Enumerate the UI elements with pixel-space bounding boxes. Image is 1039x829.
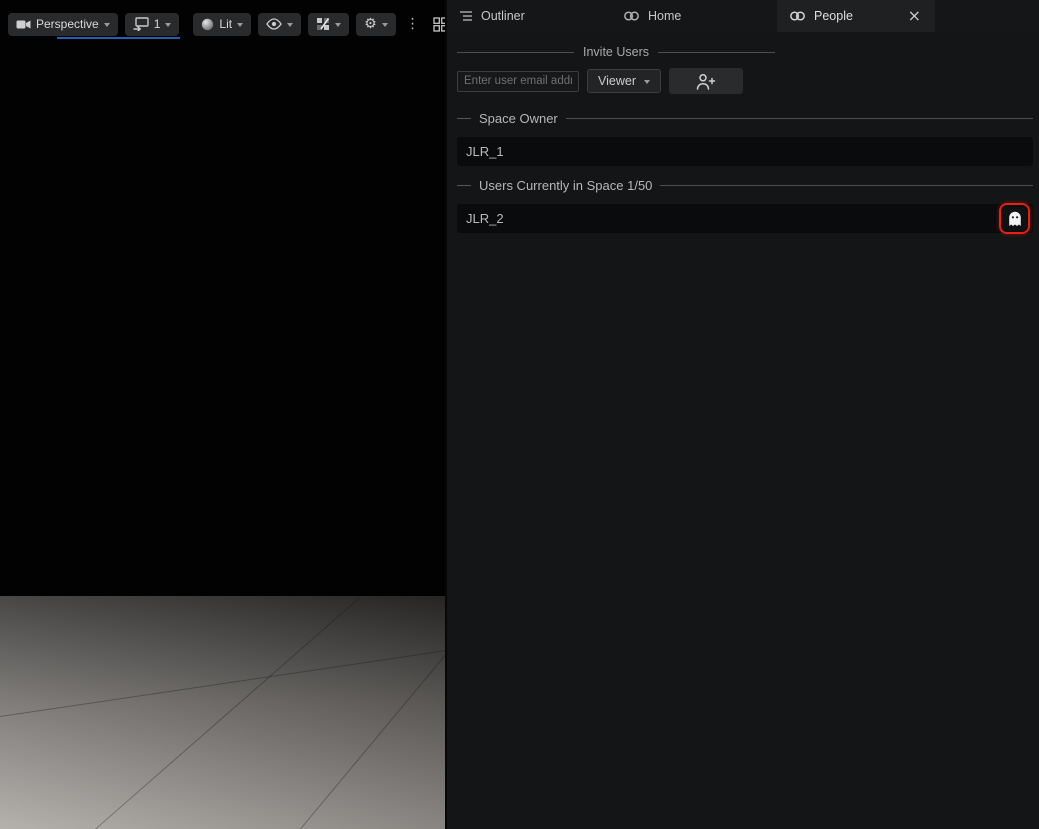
quad-layout-icon: [433, 17, 445, 32]
chevron-down-icon: [644, 80, 650, 84]
owner-name: JLR_1: [466, 144, 504, 159]
tab-home[interactable]: Home: [611, 0, 777, 32]
tab-label: Outliner: [481, 9, 525, 23]
camera-icon: [16, 19, 31, 30]
users-in-space-header: Users Currently in Space 1/50: [457, 178, 1033, 193]
view-mode-label: Lit: [219, 17, 232, 31]
gear-icon: ⚙: [364, 17, 377, 31]
checker-brush-icon: [316, 17, 330, 31]
person-add-icon: [695, 73, 716, 90]
floor-seam: [0, 650, 445, 717]
invite-row: Viewer: [457, 68, 1033, 94]
maximize-viewport-button[interactable]: [430, 13, 445, 36]
outliner-list-icon: [459, 9, 473, 23]
divider-line: [660, 185, 1033, 186]
divider-line: [658, 52, 775, 53]
viewport-floor: [0, 596, 445, 829]
user-row[interactable]: JLR_2: [457, 204, 1033, 233]
owner-row[interactable]: JLR_1: [457, 137, 1033, 166]
divider-line: [566, 118, 1033, 119]
link-rings-icon: [789, 10, 806, 22]
kebab-menu-icon: ⋮: [406, 17, 420, 31]
divider-dash: [457, 185, 471, 186]
divider-dash: [457, 118, 471, 119]
tab-label: People: [814, 9, 853, 23]
people-content: Invite Users Viewer Space Owner: [447, 45, 1039, 233]
panel-tab-bar: Outliner Home People ×: [447, 0, 1039, 32]
role-selected-label: Viewer: [598, 74, 636, 88]
viewport-toolbar: Perspective 1 Lit: [8, 12, 439, 36]
close-icon[interactable]: ×: [906, 8, 923, 24]
eye-icon: [266, 18, 282, 30]
space-owner-title: Space Owner: [479, 111, 558, 126]
email-input[interactable]: [457, 71, 579, 92]
add-user-button[interactable]: [669, 68, 743, 94]
users-in-space-title: Users Currently in Space 1/50: [479, 178, 652, 193]
preview-options-dropdown[interactable]: [308, 13, 349, 36]
ghost-mode-button[interactable]: [1003, 207, 1027, 231]
people-panel: Outliner Home People × Invite Users: [445, 0, 1039, 829]
invite-users-header: Invite Users: [457, 45, 775, 59]
viewport-active-indicator: [57, 37, 180, 39]
floor-seam: [300, 655, 445, 829]
chevron-down-icon: [287, 23, 293, 27]
tab-outliner[interactable]: Outliner: [447, 0, 611, 32]
screen-size-icon: [133, 17, 149, 31]
show-flags-dropdown[interactable]: [258, 13, 301, 36]
tab-label: Home: [648, 9, 681, 23]
chevron-down-icon: [382, 23, 388, 27]
settings-dropdown[interactable]: ⚙: [356, 13, 396, 36]
space-owner-header: Space Owner: [457, 111, 1033, 126]
viewport-options-button[interactable]: ⋮: [403, 13, 423, 36]
invite-users-title: Invite Users: [583, 45, 649, 59]
view-index-label: 1: [154, 17, 161, 31]
tab-people[interactable]: People ×: [777, 0, 935, 32]
view-mode-dropdown[interactable]: Lit: [193, 13, 251, 36]
lit-sphere-icon: [201, 18, 214, 31]
chevron-down-icon: [237, 23, 243, 27]
user-name: JLR_2: [466, 211, 504, 226]
view-size-dropdown[interactable]: 1: [125, 13, 180, 36]
chevron-down-icon: [165, 23, 171, 27]
floor-seam: [95, 597, 361, 829]
ghost-icon: [1008, 211, 1022, 227]
divider-line: [457, 52, 574, 53]
highlight-ring: [999, 203, 1030, 234]
perspective-dropdown[interactable]: Perspective: [8, 13, 118, 36]
perspective-label: Perspective: [36, 17, 99, 31]
role-dropdown[interactable]: Viewer: [587, 69, 661, 93]
chevron-down-icon: [104, 23, 110, 27]
link-rings-icon: [623, 10, 640, 22]
app-root: Perspective 1 Lit: [0, 0, 1039, 829]
viewport-3d[interactable]: Perspective 1 Lit: [0, 0, 445, 829]
chevron-down-icon: [335, 23, 341, 27]
